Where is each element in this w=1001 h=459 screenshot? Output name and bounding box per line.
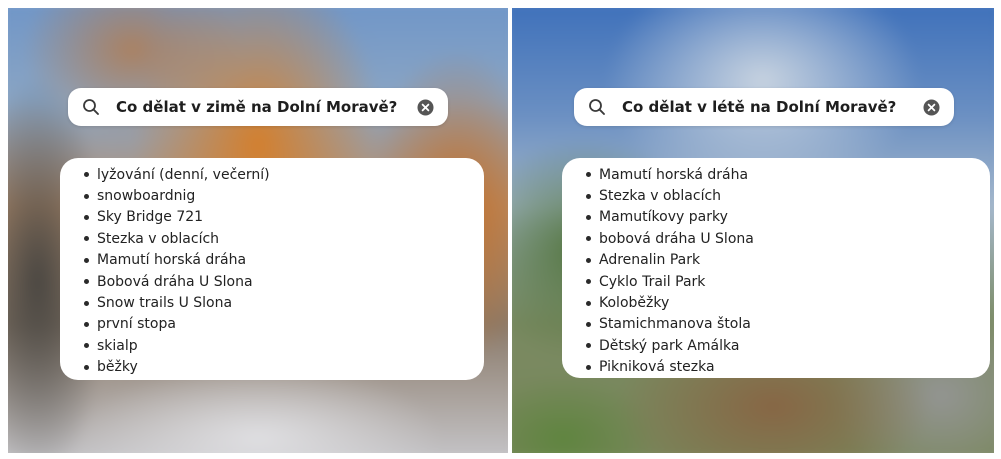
summer-search-query[interactable]: Co dělat v létě na Dolní Moravě?	[622, 98, 923, 116]
list-item-label: Stezka v oblacích	[599, 188, 722, 205]
list-item[interactable]: Mamutíkovy parky	[574, 207, 978, 228]
winter-panel: Co dělat v zimě na Dolní Moravě? lyžován…	[8, 8, 508, 453]
list-item[interactable]: Stamichmanova štola	[574, 314, 978, 335]
bullet-icon	[586, 193, 591, 199]
bullet-icon	[84, 172, 89, 178]
list-item-label: Mamutí horská dráha	[599, 166, 749, 183]
bullet-icon	[84, 257, 89, 263]
bullet-icon	[586, 364, 591, 370]
list-item-label: snowboardnig	[97, 188, 196, 205]
winter-results-list: lyžování (denní, večerní) snowboardnig S…	[72, 164, 472, 378]
clear-icon[interactable]	[923, 99, 940, 116]
bullet-icon	[84, 343, 89, 349]
list-item-label: skialp	[97, 337, 138, 354]
list-item[interactable]: Mamutí horská dráha	[574, 164, 978, 185]
list-item-label: lyžování (denní, večerní)	[97, 166, 270, 183]
list-item-label: Sky Bridge 721	[97, 209, 204, 226]
list-item[interactable]: běžky	[72, 357, 472, 378]
bullet-icon	[586, 172, 591, 178]
list-item-label: Dětský park Amálka	[599, 337, 740, 354]
list-item[interactable]: snowboardnig	[72, 185, 472, 206]
list-item[interactable]: lyžování (denní, večerní)	[72, 164, 472, 185]
collage-frame: Co dělat v zimě na Dolní Moravě? lyžován…	[0, 0, 1001, 459]
bullet-icon	[84, 321, 89, 327]
list-item-label: Cyklo Trail Park	[599, 273, 706, 290]
list-item-label: Bobová dráha U Slona	[97, 273, 253, 290]
bullet-icon	[586, 236, 591, 242]
bullet-icon	[84, 193, 89, 199]
list-item-label: bobová dráha U Slona	[599, 230, 754, 247]
bullet-icon	[586, 257, 591, 263]
list-item[interactable]: Adrenalin Park	[574, 250, 978, 271]
bullet-icon	[84, 300, 89, 306]
list-item[interactable]: skialp	[72, 335, 472, 356]
list-item[interactable]: první stopa	[72, 314, 472, 335]
list-item-label: Mamutíkovy parky	[599, 209, 728, 226]
list-item-label: Snow trails U Slona	[97, 295, 233, 312]
bullet-icon	[586, 343, 591, 349]
winter-results-card: lyžování (denní, večerní) snowboardnig S…	[60, 158, 484, 380]
bullet-icon	[84, 236, 89, 242]
list-item[interactable]: bobová dráha U Slona	[574, 228, 978, 249]
list-item[interactable]: Pikniková stezka	[574, 357, 978, 378]
summer-results-card: Mamutí horská dráha Stezka v oblacích Ma…	[562, 158, 990, 378]
summer-panel: Co dělat v létě na Dolní Moravě? Mamutí …	[512, 8, 994, 453]
list-item[interactable]: Sky Bridge 721	[72, 207, 472, 228]
list-item-label: první stopa	[97, 316, 176, 333]
search-icon	[82, 98, 100, 116]
summer-search-bar[interactable]: Co dělat v létě na Dolní Moravě?	[574, 88, 954, 126]
list-item[interactable]: Stezka v oblacích	[72, 228, 472, 249]
bullet-icon	[84, 214, 89, 220]
list-item[interactable]: Dětský park Amálka	[574, 335, 978, 356]
list-item-label: Mamutí horská dráha	[97, 252, 247, 269]
list-item[interactable]: Bobová dráha U Slona	[72, 271, 472, 292]
list-item[interactable]: Stezka v oblacích	[574, 185, 978, 206]
list-item-label: Koloběžky	[599, 295, 670, 312]
bullet-icon	[586, 300, 591, 306]
list-item-label: Stezka v oblacích	[97, 230, 220, 247]
list-item[interactable]: Cyklo Trail Park	[574, 271, 978, 292]
search-icon	[588, 98, 606, 116]
list-item-label: Adrenalin Park	[599, 252, 701, 269]
clear-icon[interactable]	[417, 99, 434, 116]
list-item-label: běžky	[97, 359, 138, 376]
list-item-label: Pikniková stezka	[599, 359, 715, 376]
bullet-icon	[586, 279, 591, 285]
bullet-icon	[84, 279, 89, 285]
winter-search-query[interactable]: Co dělat v zimě na Dolní Moravě?	[116, 98, 417, 116]
list-item-label: Stamichmanova štola	[599, 316, 751, 333]
winter-search-bar[interactable]: Co dělat v zimě na Dolní Moravě?	[68, 88, 448, 126]
bullet-icon	[84, 364, 89, 370]
summer-results-list: Mamutí horská dráha Stezka v oblacích Ma…	[574, 164, 978, 378]
bullet-icon	[586, 214, 591, 220]
list-item[interactable]: Koloběžky	[574, 292, 978, 313]
list-item[interactable]: Snow trails U Slona	[72, 292, 472, 313]
bullet-icon	[586, 321, 591, 327]
list-item[interactable]: Mamutí horská dráha	[72, 250, 472, 271]
